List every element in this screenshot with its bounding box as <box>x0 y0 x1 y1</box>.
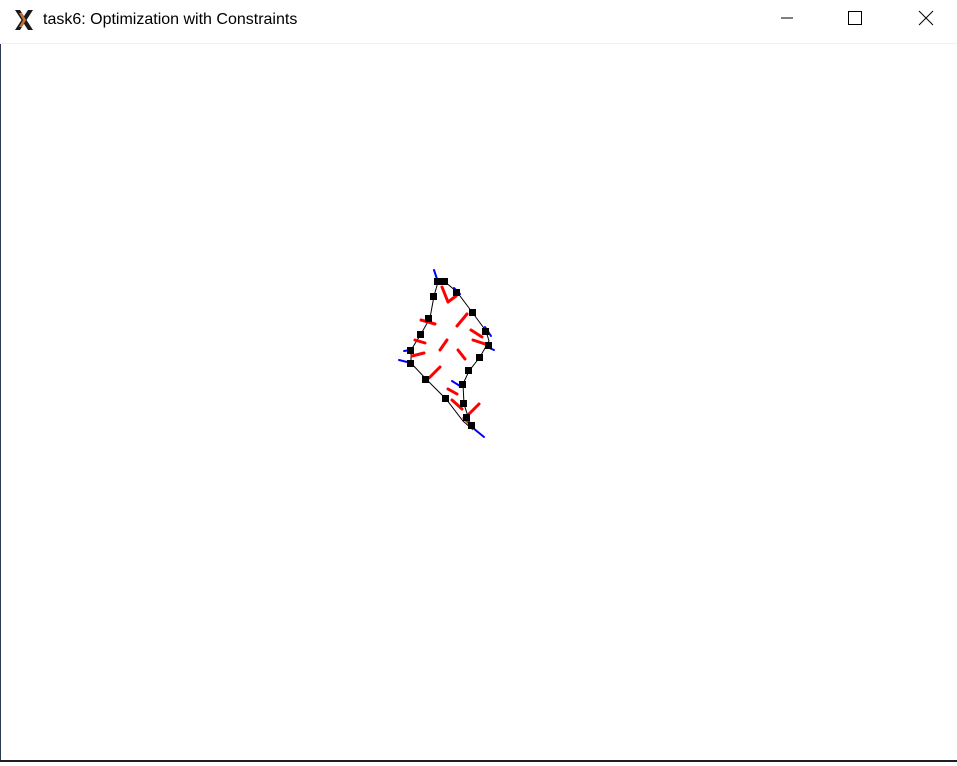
vertex <box>442 395 449 402</box>
close-icon <box>918 10 934 31</box>
vertex <box>463 414 470 421</box>
force-vector <box>471 338 487 346</box>
minimize-icon <box>779 10 795 31</box>
force-vector <box>446 294 458 304</box>
minimize-button[interactable] <box>764 0 810 40</box>
maximize-icon <box>847 10 863 31</box>
force-vector <box>451 380 461 387</box>
vertex <box>485 342 492 349</box>
title-bar[interactable]: task6: Optimization with Constraints <box>0 0 957 44</box>
vertex <box>482 328 489 335</box>
constraint-forces <box>410 285 487 429</box>
vertex <box>441 278 448 285</box>
vertex <box>434 278 441 285</box>
vertex <box>453 289 460 296</box>
force-vector <box>456 348 467 361</box>
force-vector <box>427 365 442 380</box>
vertex <box>425 315 432 322</box>
vertex <box>476 354 483 361</box>
vertex <box>417 331 424 338</box>
vertex <box>465 367 472 374</box>
force-vector <box>440 285 450 304</box>
simulation-canvas[interactable] <box>1 44 957 760</box>
x-window-icon <box>12 8 36 32</box>
window-title: task6: Optimization with Constraints <box>43 11 298 28</box>
app-window: task6: Optimization with Constraints <box>0 0 957 766</box>
vertex <box>407 347 414 354</box>
close-button[interactable] <box>903 0 949 40</box>
force-vector <box>455 312 469 328</box>
simulation-drawing <box>398 269 495 438</box>
force-vector <box>413 338 427 345</box>
force-vector <box>438 338 449 352</box>
vertex <box>422 376 429 383</box>
window-bottom-border <box>0 760 957 766</box>
vertex <box>469 309 476 316</box>
maximize-button[interactable] <box>832 0 878 40</box>
vertex <box>407 360 414 367</box>
force-vector <box>469 328 484 339</box>
vertex <box>468 422 475 429</box>
force-vector <box>472 427 485 438</box>
vertex <box>430 293 437 300</box>
vertex <box>460 400 467 407</box>
force-vector <box>446 387 459 396</box>
vertex <box>459 381 466 388</box>
